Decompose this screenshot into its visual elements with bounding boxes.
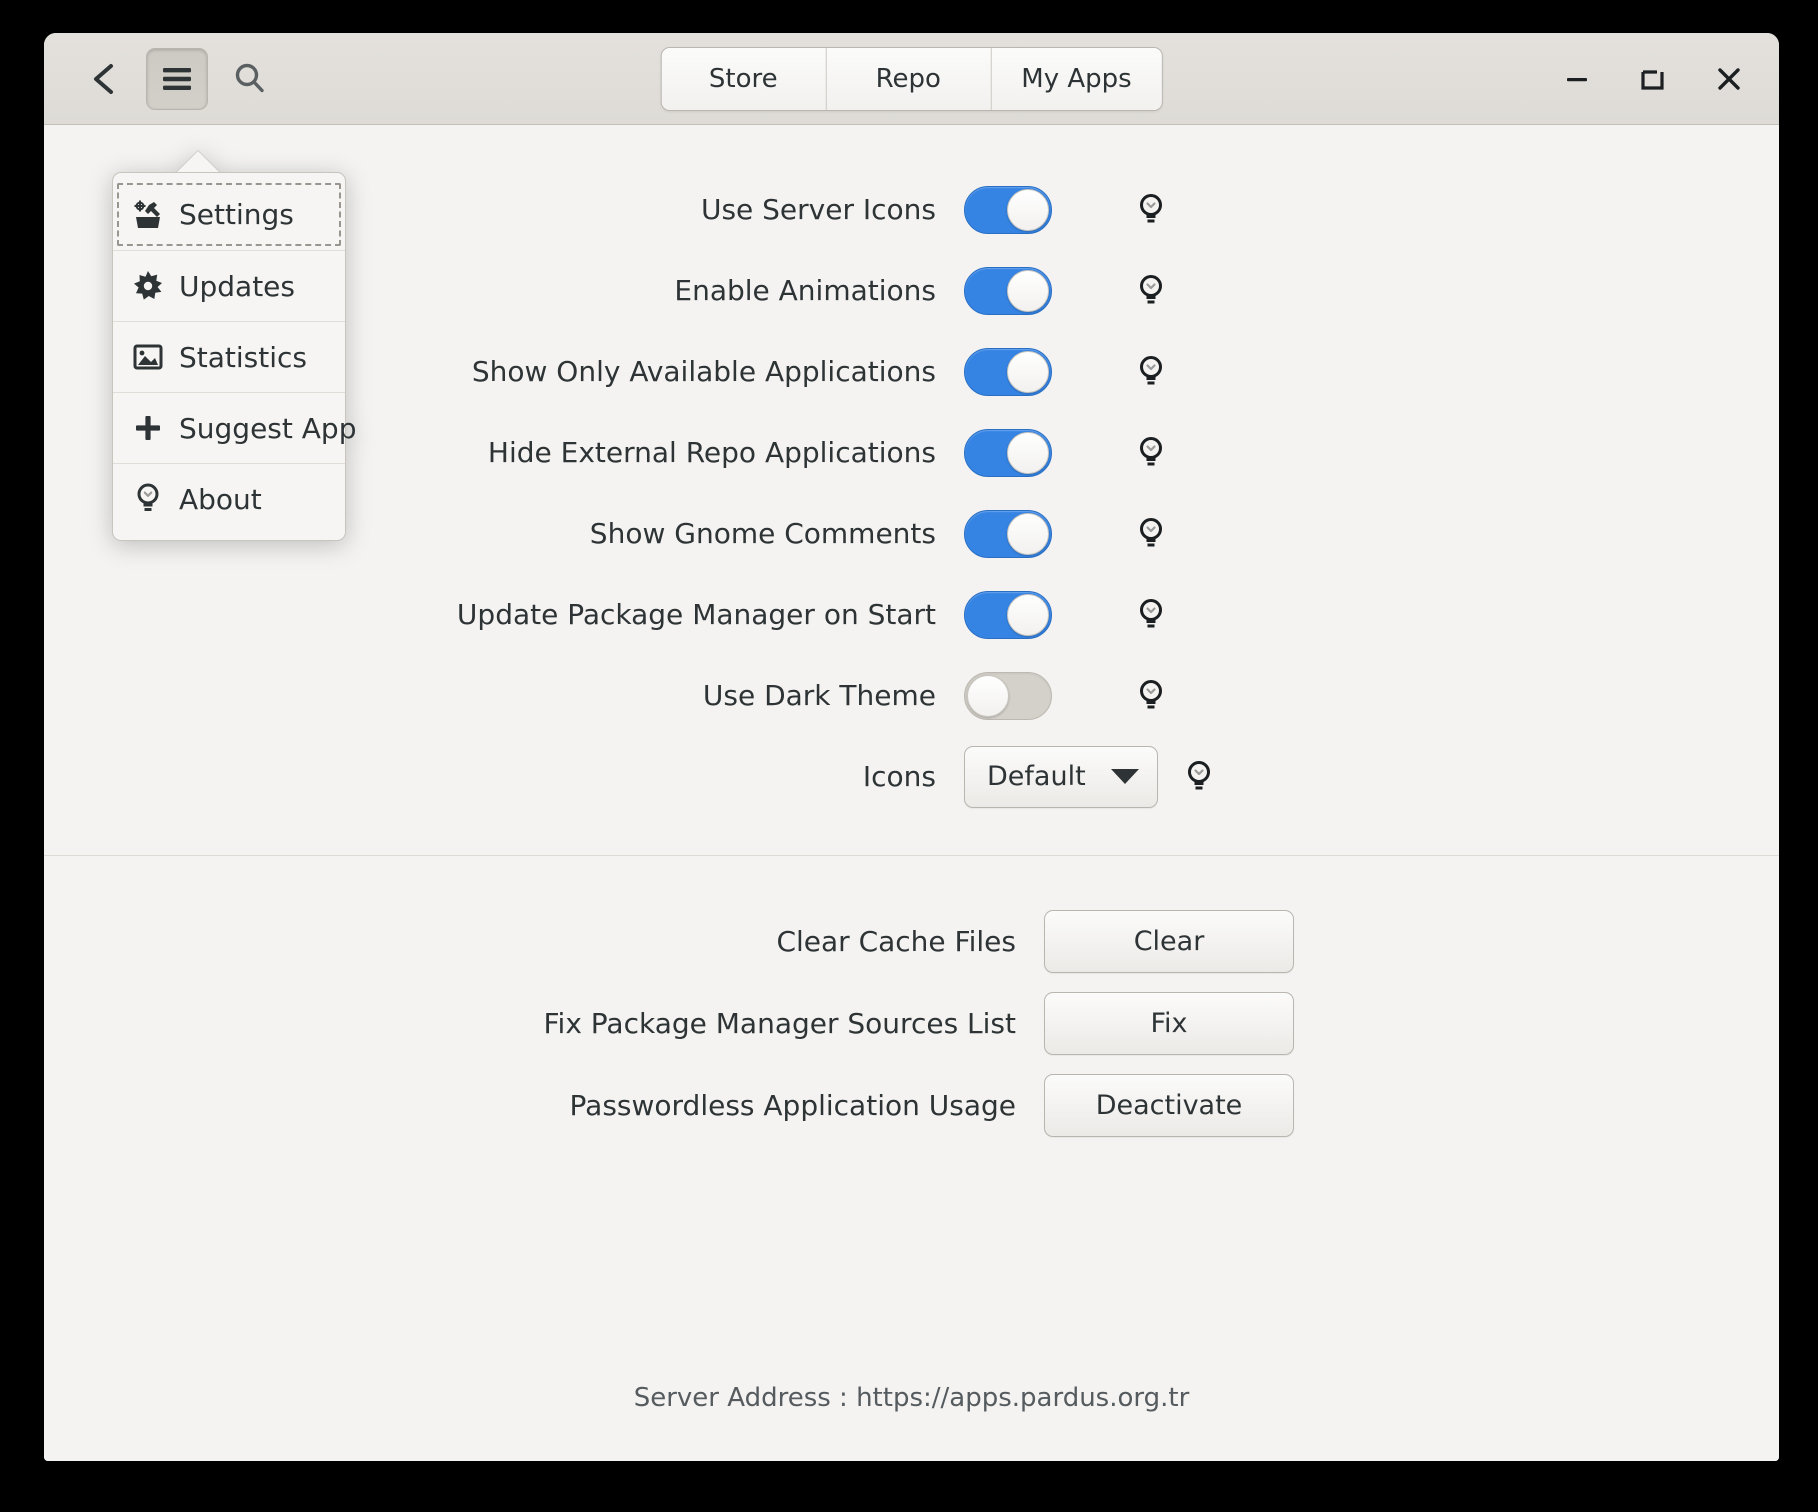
main-menu-popover: Settings Updates Statistics Suggest App … [112,150,356,541]
tab-repo[interactable]: Repo [826,47,992,110]
toggle-knob [1007,269,1049,312]
tab-my-apps[interactable]: My Apps [991,47,1162,110]
setting-control [964,347,1114,396]
menu-item-suggest-app[interactable]: Suggest App [113,392,356,463]
header-left-controls [78,47,276,110]
hamburger-menu-icon [163,67,191,90]
toggle-update-package-manager-on-start[interactable] [964,590,1052,639]
lightbulb-info-icon[interactable] [1136,192,1166,228]
action-label: Clear Cache Files [776,924,1016,958]
lightbulb-info-icon[interactable] [1136,273,1166,309]
menu-item-statistics[interactable]: Statistics [113,321,345,392]
action-row: Clear Cache Files Clear [44,909,1779,973]
toggle-use-dark-theme[interactable] [964,671,1052,720]
icons-dropdown[interactable]: Default [964,745,1158,808]
popover-body: Settings Updates Statistics Suggest App … [112,172,356,541]
lightbulb-info-icon[interactable] [1136,516,1166,552]
toolbox-wrench-icon [131,198,165,232]
setting-control [964,671,1114,720]
setting-control [964,185,1114,234]
lightbulb-info-icon[interactable] [1136,435,1166,471]
setting-info [1114,192,1204,228]
toggle-use-server-icons[interactable] [964,185,1052,234]
maximize-restore-icon [1641,69,1664,90]
main-menu-button[interactable] [146,47,208,110]
menu-item-label: About [179,482,262,516]
toggle-knob [1007,431,1049,474]
view-tabs: Store Repo My Apps [660,46,1163,111]
close-icon [1718,67,1740,90]
setting-label: Update Package Manager on Start [456,598,936,631]
menu-item-about[interactable]: About [113,463,345,534]
lightbulb-info-icon[interactable] [1136,678,1166,714]
popover-arrow [176,151,220,173]
setting-control [964,266,1114,315]
setting-row: Use Dark Theme [44,655,1779,736]
gear-star-icon [131,269,165,303]
application-window: Store Repo My Apps Use Server Icons Enab… [44,33,1779,1461]
lightbulb-info-icon[interactable] [1136,354,1166,390]
setting-info [1114,273,1204,309]
toggle-show-only-available-applications[interactable] [964,347,1052,396]
clear-cache-button[interactable]: Clear [1044,909,1294,973]
setting-label: Use Dark Theme [702,679,936,712]
menu-item-label: Settings [179,198,294,231]
plus-icon [131,411,165,445]
toggle-knob [1007,593,1049,636]
menu-item-label: Suggest App [179,411,357,445]
lightbulb-info-icon[interactable] [1184,759,1214,795]
toggle-knob [1007,512,1049,555]
menu-item-label: Updates [179,269,295,303]
icons-label: Icons [862,760,936,793]
search-button[interactable] [224,48,276,110]
menu-item-settings[interactable]: Settings [113,179,345,250]
menu-item-label: Statistics [179,340,307,374]
back-arrow-icon [94,63,113,94]
toggle-show-gnome-comments[interactable] [964,509,1052,558]
setting-row-icons: Icons Default [44,736,1779,817]
actions-list: Clear Cache Files Clear Fix Package Mana… [44,856,1779,1137]
setting-row: Update Package Manager on Start [44,574,1779,655]
setting-info [1114,678,1204,714]
lightbulb-info-icon[interactable] [1136,597,1166,633]
toggle-knob [967,674,1009,717]
setting-control: Default [964,745,1184,808]
lightbulb-icon [131,482,165,516]
search-icon [235,63,264,92]
action-label: Passwordless Application Usage [569,1088,1016,1122]
setting-info [1114,354,1204,390]
menu-item-updates[interactable]: Updates [113,250,345,321]
setting-control [964,428,1114,477]
fix-sources-button[interactable]: Fix [1044,991,1294,1055]
minimize-button[interactable] [1553,55,1601,103]
window-controls [1553,55,1753,103]
icons-dropdown-value: Default [987,761,1086,792]
action-label: Fix Package Manager Sources List [543,1006,1016,1040]
setting-info [1114,597,1204,633]
image-chart-icon [131,340,165,374]
action-row: Passwordless Application Usage Deactivat… [44,1073,1779,1137]
toggle-enable-animations[interactable] [964,266,1052,315]
desktop-backdrop: Store Repo My Apps Use Server Icons Enab… [0,0,1818,1512]
minimize-icon [1567,77,1587,81]
header-bar: Store Repo My Apps [44,33,1779,125]
passwordless-deactivate-button[interactable]: Deactivate [1044,1073,1294,1137]
setting-control [964,509,1114,558]
chevron-down-icon [1111,769,1139,784]
maximize-button[interactable] [1629,55,1677,103]
tab-store[interactable]: Store [661,47,827,110]
setting-control [964,590,1114,639]
toggle-knob [1007,350,1049,393]
toggle-hide-external-repo-applications[interactable] [964,428,1052,477]
setting-info [1114,435,1204,471]
action-row: Fix Package Manager Sources List Fix [44,991,1779,1055]
setting-info [1114,516,1204,552]
back-button[interactable] [78,48,130,110]
server-address-footer: Server Address : https://apps.pardus.org… [633,1383,1190,1413]
close-button[interactable] [1705,55,1753,103]
toggle-knob [1007,188,1049,231]
setting-info [1184,759,1274,795]
